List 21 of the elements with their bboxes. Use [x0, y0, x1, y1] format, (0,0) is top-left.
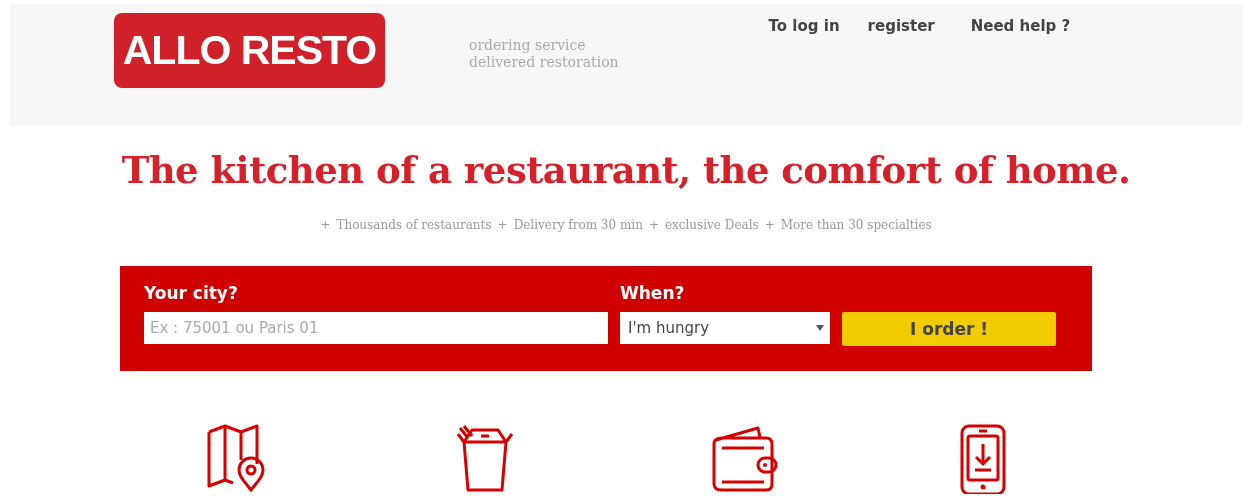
feature-text: Thousands of restaurants — [336, 218, 492, 232]
headline: The kitchen of a restaurant, the comfort of home. — [120, 148, 1132, 192]
when-dropdown[interactable]: I'm hungry — [620, 312, 830, 344]
nav-link[interactable]: Need help ? — [970, 17, 1071, 35]
city-input[interactable]: Ex : 75001 ou Paris 01 — [144, 312, 608, 344]
feature-text: exclusive Deals — [664, 218, 759, 232]
nav-link[interactable]: register — [867, 17, 935, 35]
plus-mark: + — [648, 218, 659, 232]
logo[interactable]: ALLO RESTO — [114, 13, 385, 88]
order-button[interactable]: I order ! — [842, 312, 1056, 346]
plus-mark: + — [497, 218, 508, 232]
field-label: Your city? — [144, 282, 239, 304]
field-label: When? — [620, 282, 686, 304]
feature-text: Delivery from 30 min — [513, 218, 643, 232]
tagline-text: delivered restoration — [469, 54, 619, 71]
nav-link[interactable]: To log in — [768, 17, 840, 35]
plus-mark: + — [320, 218, 331, 232]
caret-icon — [816, 325, 824, 331]
plus-mark: + — [764, 218, 775, 232]
feature-text: More than 30 specialties — [780, 218, 932, 232]
tagline-text: ordering service — [469, 37, 587, 54]
